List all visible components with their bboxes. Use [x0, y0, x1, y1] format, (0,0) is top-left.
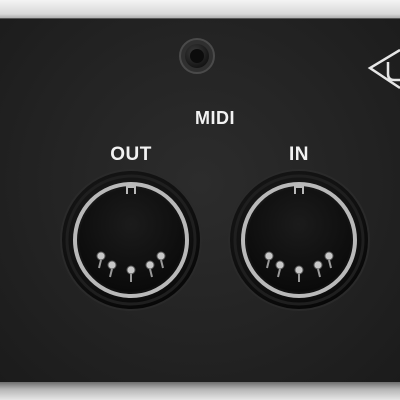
hardware-artwork [60, 38, 400, 311]
audio-interface-rear-panel: MIDI OUT IN [0, 0, 400, 400]
midi-group-label: MIDI [195, 108, 235, 128]
midi-out-label: OUT [110, 144, 152, 165]
screw-hole-icon [179, 38, 215, 74]
midi-in-label: IN [289, 144, 309, 165]
midi-out-port[interactable] [60, 169, 202, 311]
midi-in-port[interactable] [228, 169, 370, 311]
brand-logo-icon [367, 48, 400, 90]
